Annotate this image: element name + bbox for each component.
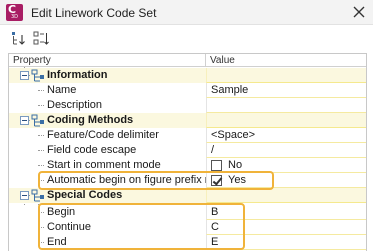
column-divider[interactable] [205, 54, 206, 67]
category-icon [31, 69, 44, 82]
category-row-coding-methods[interactable]: Coding Methods [9, 113, 366, 128]
delimiter-value-field[interactable]: <Space> [206, 128, 366, 143]
property-label: Start in comment mode [47, 159, 161, 171]
category-row-information[interactable]: Information [9, 68, 366, 83]
property-label: Description [47, 99, 103, 111]
category-icon [31, 114, 44, 127]
property-label: Continue [47, 221, 92, 233]
property-row-comment-mode[interactable]: Start in comment mode No [9, 158, 366, 173]
property-label: Begin [47, 206, 76, 218]
property-row-name[interactable]: Name Sample [9, 83, 366, 98]
value-column-header[interactable]: Value [210, 54, 235, 67]
collapse-icon[interactable] [20, 116, 29, 125]
escape-value-field[interactable]: / [206, 143, 366, 158]
property-grid: Property Value Information Name Sample D… [8, 53, 367, 251]
property-row-continue[interactable]: Continue C [9, 220, 366, 235]
sort-categorized-icon[interactable] [10, 30, 28, 48]
auto-begin-checkbox[interactable] [211, 175, 222, 186]
property-row-end[interactable]: End E [9, 235, 366, 250]
property-value: Sample [211, 84, 249, 96]
property-row-begin[interactable]: Begin B [9, 205, 366, 220]
begin-value-field[interactable]: B [206, 205, 366, 220]
property-label: Feature/Code delimiter [47, 129, 159, 141]
window-title: Edit Linework Code Set [31, 6, 157, 20]
property-label: Name [47, 84, 77, 96]
property-value: B [211, 206, 219, 218]
property-value: C [211, 221, 219, 233]
title-bar: C 3D Edit Linework Code Set [0, 0, 373, 25]
sort-alphabetical-icon[interactable] [32, 30, 50, 48]
category-label: Special Codes [47, 189, 123, 201]
toolbar [0, 26, 373, 52]
property-label: Field code escape [47, 144, 137, 156]
category-label: Coding Methods [47, 114, 134, 126]
category-value-cell [206, 68, 366, 83]
comment-mode-checkbox[interactable] [211, 160, 222, 171]
property-row-escape[interactable]: Field code escape / [9, 143, 366, 158]
end-value-field[interactable]: E [206, 235, 366, 250]
category-label: Information [47, 69, 108, 81]
property-value: No [228, 159, 243, 171]
category-icon [31, 189, 44, 202]
name-value-field[interactable]: Sample [206, 83, 366, 98]
property-value: Yes [228, 174, 246, 186]
category-row-special-codes[interactable]: Special Codes [9, 188, 366, 203]
description-value-field[interactable] [206, 98, 366, 113]
grid-header: Property Value [9, 54, 366, 67]
continue-value-field[interactable]: C [206, 220, 366, 235]
close-icon[interactable] [350, 3, 368, 21]
category-name-cell: Information [9, 68, 206, 83]
property-column-header[interactable]: Property [13, 54, 51, 67]
civil3d-app-icon: C 3D [6, 4, 23, 21]
property-row-description[interactable]: Description [9, 98, 366, 113]
app-icon-sub: 3D [11, 14, 19, 20]
property-row-delimiter[interactable]: Feature/Code delimiter <Space> [9, 128, 366, 143]
property-value: <Space> [211, 129, 256, 141]
property-label: End [47, 236, 67, 248]
property-value: / [211, 144, 215, 156]
collapse-icon[interactable] [20, 191, 29, 200]
property-value: E [211, 236, 219, 248]
collapse-icon[interactable] [20, 71, 29, 80]
property-row-auto-begin[interactable]: Automatic begin on figure prefix match Y… [9, 173, 366, 188]
